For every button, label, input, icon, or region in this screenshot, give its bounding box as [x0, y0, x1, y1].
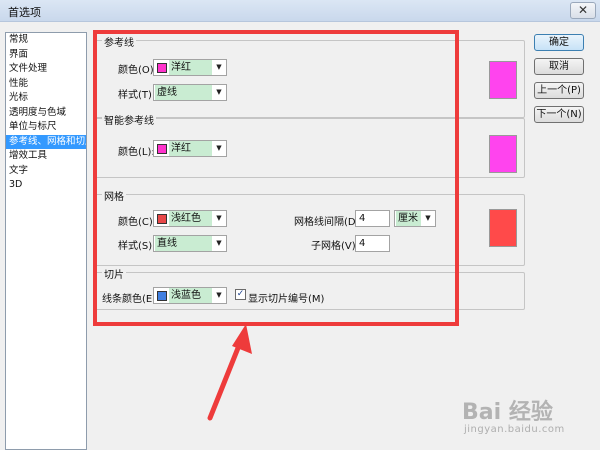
grid-style-label: 样式(S):	[118, 241, 156, 252]
gridline-interval-input[interactable]: 4	[355, 210, 390, 227]
grid-group-label: 网格	[102, 188, 126, 203]
show-slice-numbers-label[interactable]: 显示切片编号(M)	[248, 290, 324, 305]
smart-guides-color-swatch	[157, 143, 167, 154]
gridline-interval-label: 网格线间隔(D):	[294, 217, 363, 228]
grid-unit-select[interactable]: 厘米 ▼	[394, 210, 436, 227]
grid-group: 网格 颜色(C): 浅红色 ▼ 样式(S): 直线 ▼ 网格线间隔(D): 4 …	[95, 188, 525, 266]
dialog-body: 常规 界面 文件处理 性能 光标 透明度与色域 单位与标尺 参考线、网格和切片 增效工具 文字 3D…	[0, 22, 600, 450]
smart-guides-color-value: 洋红	[169, 141, 212, 156]
sidebar-item[interactable]: 文件处理	[6, 62, 86, 77]
grid-style-select[interactable]: 直线 ▼	[153, 235, 227, 252]
chevron-down-icon[interactable]: ▼	[212, 211, 226, 226]
sidebar-item[interactable]: 文字	[6, 164, 86, 179]
guides-style-label: 样式(T):	[118, 90, 156, 101]
guides-color-select[interactable]: 洋红 ▼	[153, 59, 227, 76]
guides-group-label: 参考线	[102, 34, 136, 49]
sidebar-item[interactable]: 增效工具	[6, 149, 86, 164]
slice-line-color-select[interactable]: 浅蓝色 ▼	[153, 287, 227, 304]
chevron-down-icon[interactable]: ▼	[212, 236, 226, 251]
grid-style-value: 直线	[155, 236, 212, 251]
close-icon[interactable]: ✕	[570, 2, 596, 19]
grid-unit-value: 厘米	[396, 211, 421, 226]
sidebar-item[interactable]: 参考线、网格和切片	[6, 134, 86, 149]
sidebar-item[interactable]: 光标	[6, 91, 86, 106]
grid-color-value: 浅红色	[169, 211, 212, 226]
next-button[interactable]: 下一个(N)	[534, 106, 584, 123]
slice-line-color-label: 线条颜色(E):	[102, 294, 160, 305]
chevron-down-icon[interactable]: ▼	[212, 288, 226, 303]
guides-color-swatch	[157, 62, 167, 73]
sidebar-item[interactable]: 常规	[6, 33, 86, 48]
smart-guides-color-select[interactable]: 洋红 ▼	[153, 140, 227, 157]
ok-button[interactable]: 确定	[534, 34, 584, 51]
chevron-down-icon[interactable]: ▼	[212, 85, 226, 100]
slice-line-color-value: 浅蓝色	[169, 288, 212, 303]
guides-group: 参考线 颜色(O): 洋红 ▼ 样式(T): 虚线 ▼	[95, 34, 525, 118]
guides-color-value: 洋红	[169, 60, 212, 75]
smart-guides-preview-swatch	[489, 135, 517, 173]
grid-color-select[interactable]: 浅红色 ▼	[153, 210, 227, 227]
guides-style-select[interactable]: 虚线 ▼	[153, 84, 227, 101]
smart-guides-group: 智能参考线 颜色(L): 洋红 ▼	[95, 112, 525, 178]
grid-preview-swatch	[489, 209, 517, 247]
chevron-down-icon[interactable]: ▼	[212, 60, 226, 75]
slices-group-label: 切片	[102, 266, 126, 281]
cancel-button[interactable]: 取消	[534, 58, 584, 75]
grid-color-label: 颜色(C):	[118, 217, 157, 228]
chevron-down-icon[interactable]: ▼	[212, 141, 226, 156]
subdivisions-input[interactable]: 4	[355, 235, 390, 252]
guides-color-label: 颜色(O):	[118, 65, 158, 76]
prev-button[interactable]: 上一个(P)	[534, 82, 584, 99]
slices-group: 切片 线条颜色(E): 浅蓝色 ▼ ✓ 显示切片编号(M)	[95, 266, 525, 310]
chevron-down-icon[interactable]: ▼	[421, 211, 435, 226]
sidebar-item[interactable]: 界面	[6, 48, 86, 63]
category-list[interactable]: 常规 界面 文件处理 性能 光标 透明度与色域 单位与标尺 参考线、网格和切片 增效工具 文字 3D	[5, 32, 87, 450]
titlebar: 首选项 ✕	[0, 0, 600, 22]
guides-style-value: 虚线	[155, 85, 212, 100]
sidebar-item[interactable]: 性能	[6, 77, 86, 92]
slice-line-color-swatch	[157, 290, 167, 301]
guides-preview-swatch	[489, 61, 517, 99]
sidebar-item[interactable]: 单位与标尺	[6, 120, 86, 135]
subdivisions-label: 子网格(V):	[311, 241, 360, 252]
sidebar-item[interactable]: 透明度与色域	[6, 106, 86, 121]
smart-guides-group-label: 智能参考线	[102, 112, 156, 127]
window-title: 首选项	[8, 6, 41, 19]
smart-guides-color-label: 颜色(L):	[118, 147, 155, 158]
show-slice-numbers-checkbox[interactable]: ✓	[235, 289, 246, 300]
sidebar-item[interactable]: 3D	[6, 178, 86, 193]
grid-color-swatch	[157, 213, 167, 224]
